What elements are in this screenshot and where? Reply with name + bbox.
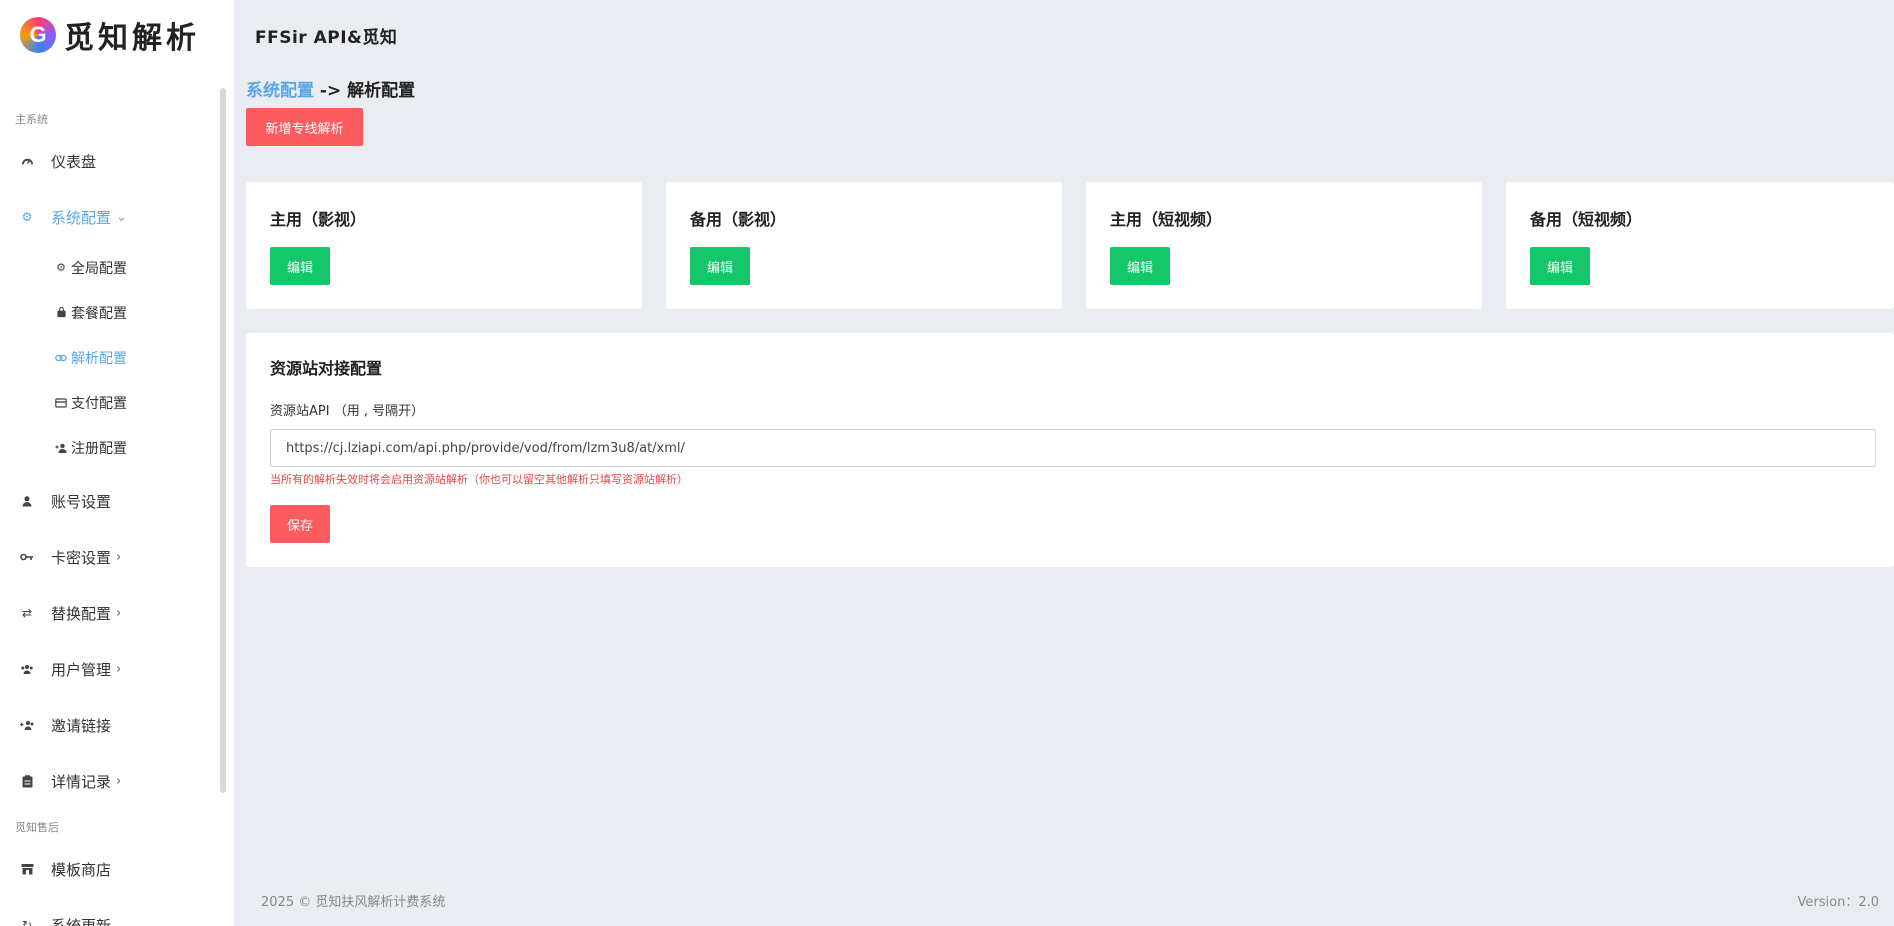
sidebar-subitem-label: 支付配置 [71, 395, 127, 412]
sidebar-item-label: 模板商店 [51, 860, 112, 879]
chevron-down-icon: ⌄ [116, 209, 127, 225]
breadcrumb-current: 解析配置 [347, 81, 416, 101]
config-card-backup-short-video: 备用（短视频） 编辑 [1506, 182, 1894, 309]
resource-site-title: 资源站对接配置 [270, 359, 383, 378]
breadcrumb: 系统配置 -> 解析配置 [246, 76, 415, 101]
breadcrumb-separator: -> [314, 81, 348, 101]
sidebar-scrollbar[interactable] [220, 88, 226, 793]
sidebar-item-label: 替换配置 [51, 604, 112, 623]
card-title: 主用（短视频） [1110, 210, 1223, 229]
topbar: FFSir API&觅知 [234, 0, 1894, 70]
resource-api-label: 资源站API （用 , 号隔开） [270, 404, 425, 419]
card-title: 备用（影视） [690, 210, 787, 229]
edit-button[interactable]: 编辑 [1110, 247, 1170, 285]
sidebar-item-system-update[interactable]: ↻ 系统更新 [0, 897, 234, 926]
logo-text: 觅知解析 [64, 21, 200, 56]
sidebar-item-dashboard[interactable]: 仪表盘 [0, 133, 234, 189]
edit-button[interactable]: 编辑 [270, 247, 330, 285]
sidebar: G 觅知解析 主系统 仪表盘 ⚙ 系统配置 ⌄ ⚙ 全局配置 套餐配置 解析配置… [0, 0, 234, 926]
gear-icon: ⚙ [56, 261, 66, 274]
config-card-main-video: 主用（影视） 编辑 [246, 182, 642, 309]
key-icon [20, 550, 34, 564]
sidebar-item-label: 账号设置 [51, 492, 112, 511]
sidebar-item-user-management[interactable]: 用户管理 › [0, 641, 234, 697]
bag-icon [55, 307, 67, 319]
sidebar-subitem-label: 注册配置 [71, 440, 127, 457]
sidebar-item-label: 邀请链接 [51, 716, 112, 735]
section-label-after-sale: 觅知售后 [15, 821, 59, 834]
user-icon [20, 494, 34, 508]
config-card-backup-video: 备用（影视） 编辑 [666, 182, 1062, 309]
sidebar-item-replace-config[interactable]: ⇄ 替换配置 › [0, 585, 234, 641]
sidebar-subitem-label: 全局配置 [71, 260, 127, 277]
logo-icon: G [20, 17, 56, 53]
card-title: 主用（影视） [270, 210, 367, 229]
sidebar-item-invite-link[interactable]: 邀请链接 [0, 697, 234, 753]
sidebar-item-label: 仪表盘 [51, 152, 97, 171]
user-plus-icon [55, 442, 67, 454]
footer: 2025 © 觅知扶风解析计费系统 Version：2.0 [234, 875, 1894, 926]
refresh-icon: ↻ [21, 918, 33, 926]
sidebar-subitem-label: 解析配置 [71, 350, 127, 367]
config-card-main-short-video: 主用（短视频） 编辑 [1086, 182, 1482, 309]
chevron-right-icon: › [116, 773, 122, 789]
resource-site-card: 资源站对接配置 资源站API （用 , 号隔开） 当所有的解析失效时将会启用资源… [246, 333, 1894, 567]
sidebar-item-label: 卡密设置 [51, 548, 112, 567]
chevron-right-icon: › [116, 661, 122, 677]
edit-button[interactable]: 编辑 [1530, 247, 1590, 285]
users-icon [20, 662, 34, 676]
sidebar-item-card-settings[interactable]: 卡密设置 › [0, 529, 234, 585]
sidebar-item-label: 用户管理 [51, 660, 112, 679]
link-icon [55, 352, 67, 364]
sidebar-subitem-register-config[interactable]: 注册配置 [0, 425, 234, 470]
swap-icon: ⇄ [21, 606, 33, 620]
footer-copyright: 2025 © 觅知扶风解析计费系统 [261, 895, 446, 910]
sidebar-item-detail-records[interactable]: 详情记录 › [0, 753, 234, 809]
sidebar-item-template-store[interactable]: 模板商店 [0, 841, 234, 897]
user-add-group-icon [20, 718, 34, 732]
section-label-main: 主系统 [15, 113, 48, 126]
add-dedicated-parse-button[interactable]: 新增专线解析 [246, 108, 363, 146]
gauge-icon [20, 154, 34, 168]
chevron-right-icon: › [116, 549, 122, 565]
gear-icon: ⚙ [21, 210, 33, 224]
sidebar-subitem-label: 套餐配置 [71, 305, 127, 322]
sidebar-item-label: 详情记录 [51, 772, 112, 791]
sidebar-subitem-parse-config[interactable]: 解析配置 [0, 335, 234, 380]
save-button[interactable]: 保存 [270, 505, 330, 543]
sidebar-subitem-payment-config[interactable]: 支付配置 [0, 380, 234, 425]
sidebar-item-label: 系统配置 [51, 208, 112, 227]
footer-version: Version：2.0 [1797, 895, 1879, 910]
clipboard-icon [20, 774, 34, 788]
sidebar-subitem-global-config[interactable]: ⚙ 全局配置 [0, 245, 234, 290]
logo[interactable]: G 觅知解析 [0, 0, 234, 70]
card-title: 备用（短视频） [1530, 210, 1643, 229]
chevron-right-icon: › [116, 605, 122, 621]
sidebar-item-label: 系统更新 [51, 916, 112, 926]
resource-api-hint: 当所有的解析失效时将会启用资源站解析（你也可以留空其他解析只填写资源站解析） [270, 473, 688, 486]
breadcrumb-parent-link[interactable]: 系统配置 [246, 81, 314, 101]
sidebar-subitem-package-config[interactable]: 套餐配置 [0, 290, 234, 335]
sidebar-item-account-settings[interactable]: 账号设置 [0, 473, 234, 529]
credit-card-icon [55, 397, 67, 409]
edit-button[interactable]: 编辑 [690, 247, 750, 285]
app-title: FFSir API&觅知 [255, 27, 398, 48]
sidebar-item-system-config[interactable]: ⚙ 系统配置 ⌄ [0, 189, 234, 245]
resource-api-input[interactable] [270, 429, 1876, 467]
store-icon [20, 862, 34, 876]
